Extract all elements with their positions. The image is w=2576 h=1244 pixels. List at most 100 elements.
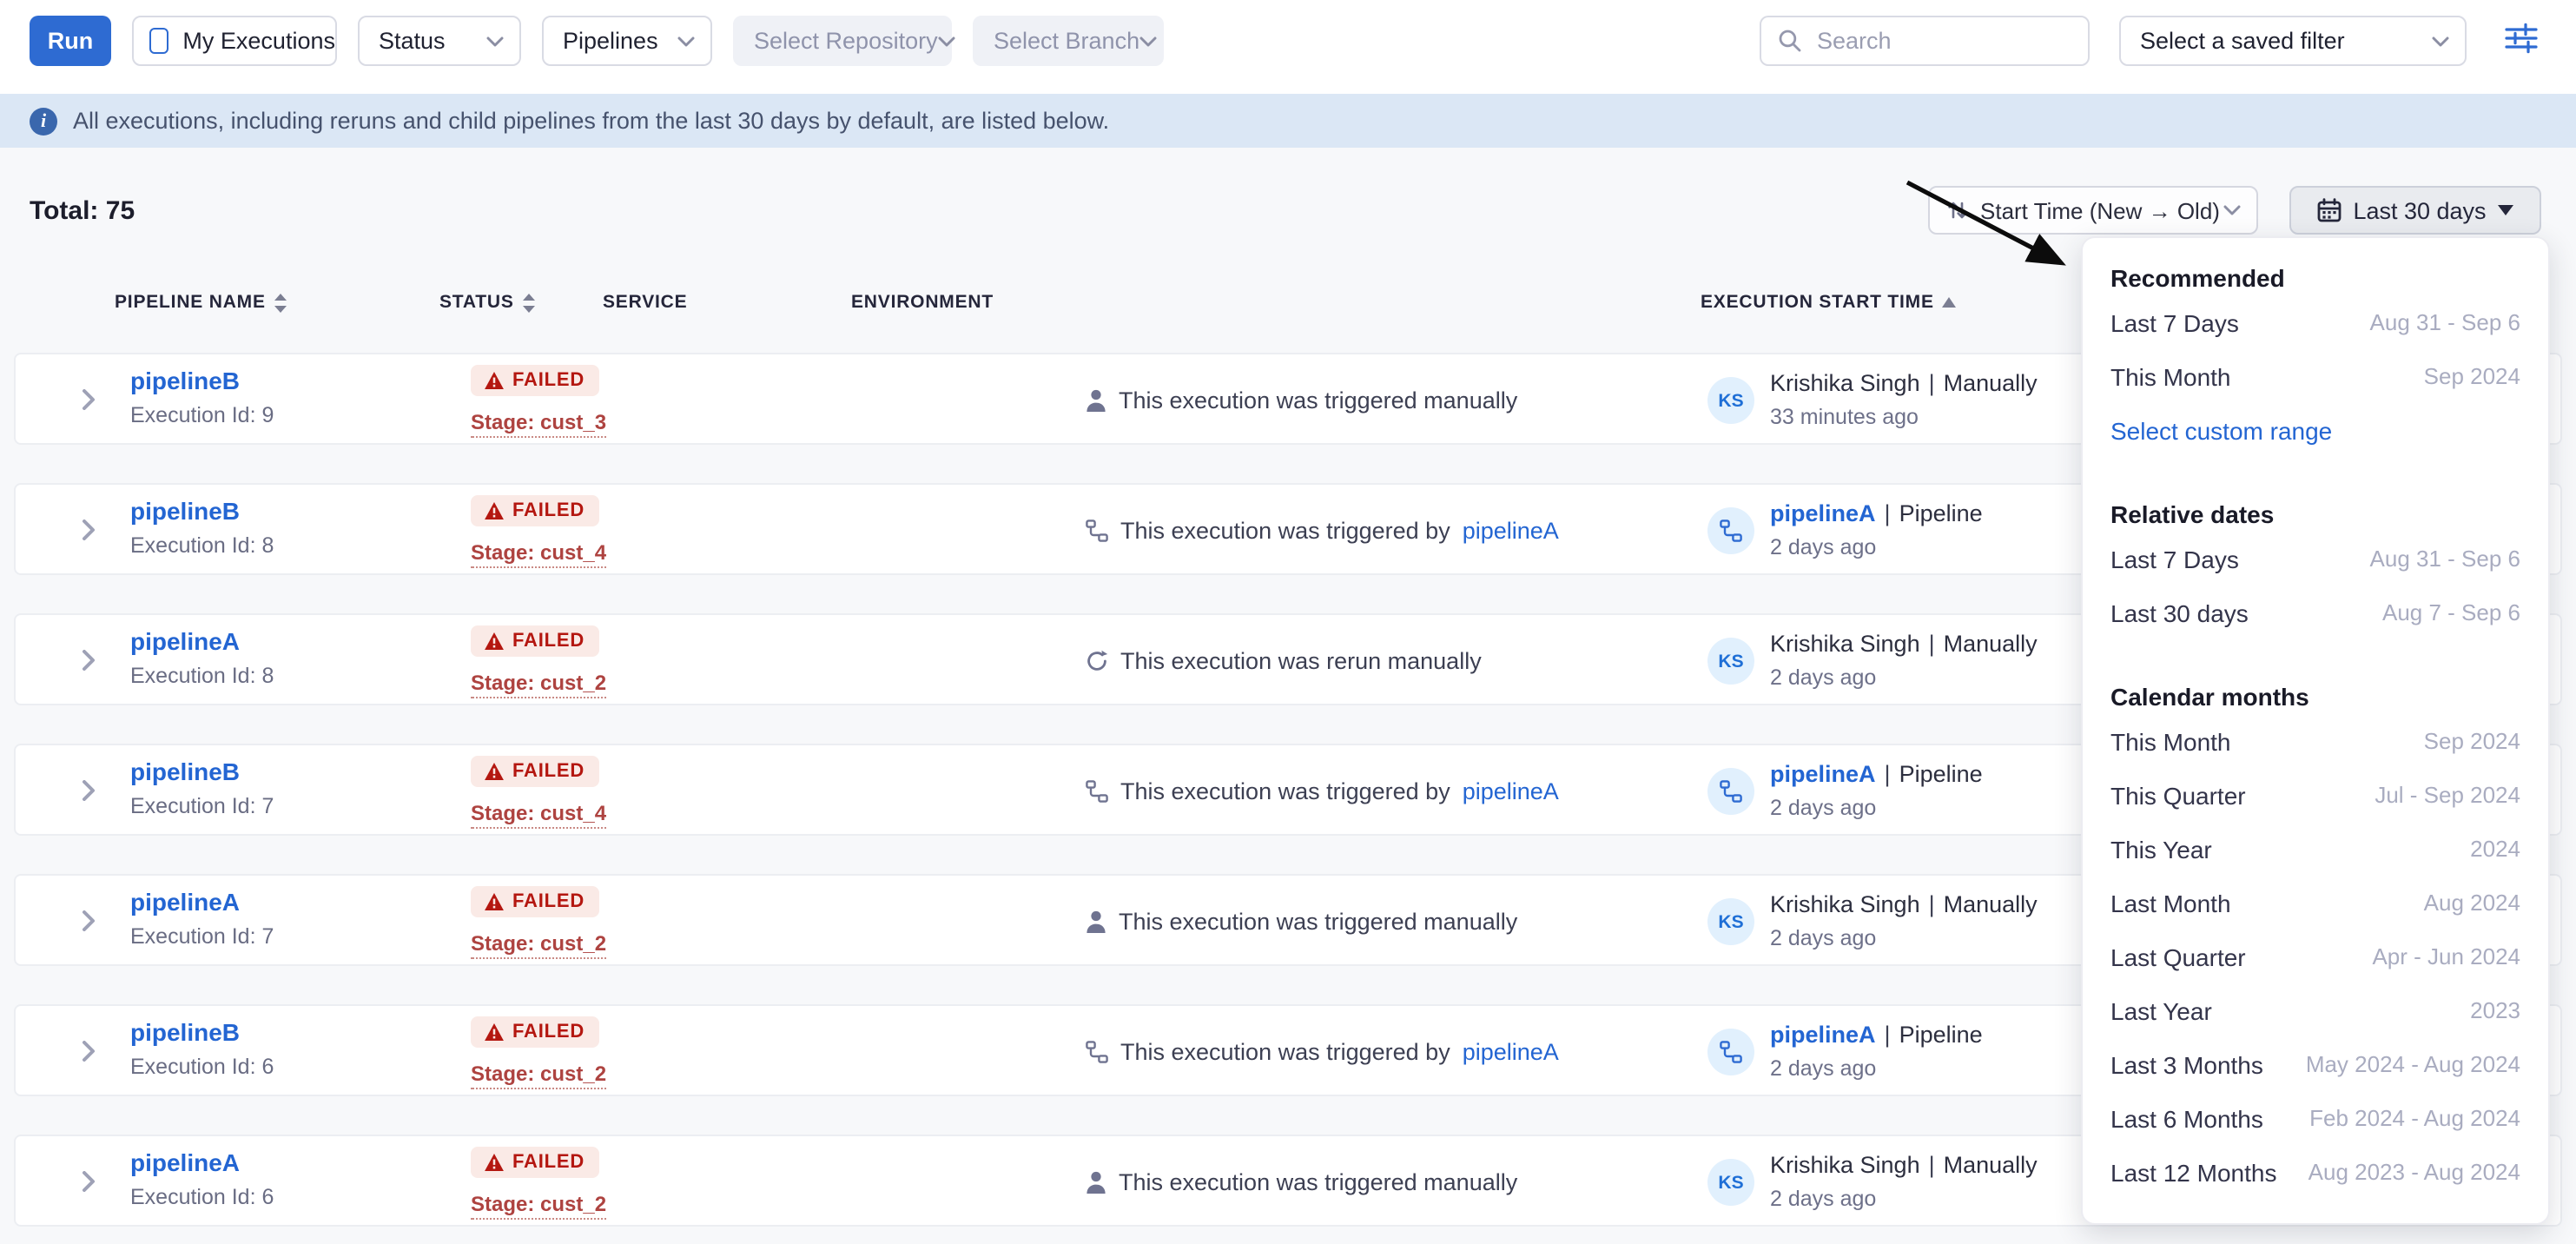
actor-mode: Manually xyxy=(1944,631,2038,657)
menu-item-label: This Quarter xyxy=(2110,781,2246,809)
trigger-pipeline-link[interactable]: pipelineA xyxy=(1463,1039,1559,1065)
user-icon xyxy=(1086,1171,1106,1194)
row-expand-chevron-icon[interactable] xyxy=(82,519,96,540)
menu-item-date-range: Apr - Jun 2024 xyxy=(2372,943,2520,969)
menu-item-last-7-days[interactable]: Last 7 DaysAug 31 - Sep 6 xyxy=(2110,295,2520,349)
menu-item-last-7-days[interactable]: Last 7 DaysAug 31 - Sep 6 xyxy=(2110,532,2520,586)
row-expand-chevron-icon[interactable] xyxy=(82,780,96,801)
menu-item-this-year[interactable]: This Year2024 xyxy=(2110,822,2520,876)
menu-item-label: This Month xyxy=(2110,727,2231,755)
actor-separator: | xyxy=(1876,500,1899,526)
row-expand-chevron-icon[interactable] xyxy=(82,1171,96,1192)
status-badge-failed: FAILED xyxy=(471,625,598,657)
warning-triangle-icon xyxy=(485,632,504,650)
pipeline-name-link[interactable]: pipelineB xyxy=(130,1018,240,1046)
menu-item-last-6-months[interactable]: Last 6 MonthsFeb 2024 - Aug 2024 xyxy=(2110,1091,2520,1145)
execution-id: Execution Id: 8 xyxy=(130,664,274,688)
menu-item-this-quarter[interactable]: This QuarterJul - Sep 2024 xyxy=(2110,768,2520,822)
pipeline-name-link[interactable]: pipelineA xyxy=(130,627,240,655)
sort-dropdown[interactable]: Start Time (New → Old) xyxy=(1928,186,2258,235)
date-range-button[interactable]: Last 30 days xyxy=(2289,186,2541,235)
execution-time: 2 days ago xyxy=(1770,665,1876,690)
sort-asc-icon[interactable] xyxy=(1943,297,1957,308)
filter-sliders-icon[interactable] xyxy=(2505,23,2538,63)
pipeline-icon xyxy=(1086,519,1108,542)
sort-both-icon[interactable] xyxy=(274,293,287,312)
trigger-text: This execution was triggered manually xyxy=(1119,1169,1517,1195)
sort-both-icon[interactable] xyxy=(523,293,535,312)
branch-filter-dropdown[interactable]: Select Branch xyxy=(973,16,1164,66)
column-header-environment: ENVIRONMENT xyxy=(851,292,994,313)
my-executions-toggle[interactable]: My Executions xyxy=(132,16,337,66)
run-button[interactable]: Run xyxy=(30,16,111,66)
menu-item-date-range: Sep 2024 xyxy=(2424,363,2520,389)
pipeline-name-link[interactable]: pipelineB xyxy=(130,758,240,785)
info-banner-text: All executions, including reruns and chi… xyxy=(73,108,1109,134)
my-executions-checkbox[interactable] xyxy=(149,28,168,54)
trigger-pipeline-link[interactable]: pipelineA xyxy=(1463,778,1559,804)
row-expand-chevron-icon[interactable] xyxy=(82,650,96,671)
avatar-initials-text: KS xyxy=(1718,911,1743,932)
row-expand-chevron-icon[interactable] xyxy=(82,1041,96,1062)
search-input[interactable] xyxy=(1813,26,2088,56)
custom-range-link: Select custom range xyxy=(2110,416,2332,444)
failed-stage-link[interactable]: Stage: cust_2 xyxy=(471,671,606,698)
failed-stage-link[interactable]: Stage: cust_2 xyxy=(471,931,606,959)
column-header-pipeline-name[interactable]: PIPELINE NAME xyxy=(115,292,287,313)
execution-time: 2 days ago xyxy=(1770,1187,1876,1211)
pipeline-name-link[interactable]: pipelineA xyxy=(130,888,240,916)
actor-mode: Pipeline xyxy=(1899,1022,1983,1048)
pipeline-name-link[interactable]: pipelineB xyxy=(130,367,240,394)
menu-item-last-year[interactable]: Last Year2023 xyxy=(2110,983,2520,1037)
failed-stage-link[interactable]: Stage: cust_2 xyxy=(471,1062,606,1089)
actor-separator: | xyxy=(1920,891,1944,917)
status-badge-failed: FAILED xyxy=(471,886,598,917)
menu-item-last-12-months[interactable]: Last 12 MonthsAug 2023 - Aug 2024 xyxy=(2110,1145,2520,1199)
menu-item-last-3-months[interactable]: Last 3 MonthsMay 2024 - Aug 2024 xyxy=(2110,1037,2520,1091)
trigger-info: This execution was triggered bypipelineA xyxy=(1086,745,1559,837)
status-label: FAILED xyxy=(512,1022,585,1042)
menu-item-this-month[interactable]: This MonthSep 2024 xyxy=(2110,349,2520,403)
saved-filter-dropdown[interactable]: Select a saved filter xyxy=(2119,16,2467,66)
actor-mode: Manually xyxy=(1944,891,2038,917)
row-expand-chevron-icon[interactable] xyxy=(82,389,96,410)
column-header-status[interactable]: STATUS xyxy=(439,292,535,313)
pipeline-name-link[interactable]: pipelineA xyxy=(130,1148,240,1176)
actor-pipeline-link[interactable]: pipelineA xyxy=(1770,500,1876,526)
menu-item-this-month[interactable]: This MonthSep 2024 xyxy=(2110,714,2520,768)
search-icon xyxy=(1779,30,1801,52)
status-filter-label: Status xyxy=(379,28,446,54)
actor-mode: Pipeline xyxy=(1899,761,1983,787)
menu-item-label: Last 30 days xyxy=(2110,599,2249,626)
menu-section-header: Calendar months xyxy=(2110,678,2520,714)
trigger-info: This execution was triggered manually xyxy=(1086,354,1517,447)
menu-item-select-custom-range[interactable]: Select custom range xyxy=(2110,403,2520,457)
repository-filter-dropdown[interactable]: Select Repository xyxy=(733,16,952,66)
menu-item-last-quarter[interactable]: Last QuarterApr - Jun 2024 xyxy=(2110,930,2520,983)
actor-pipeline-link[interactable]: pipelineA xyxy=(1770,1022,1876,1048)
execution-id: Execution Id: 8 xyxy=(130,533,274,558)
actor-name: Krishika Singh xyxy=(1770,631,1920,657)
menu-item-last-month[interactable]: Last MonthAug 2024 xyxy=(2110,876,2520,930)
menu-item-last-30-days[interactable]: Last 30 daysAug 7 - Sep 6 xyxy=(2110,586,2520,639)
pipelines-filter-dropdown[interactable]: Pipelines xyxy=(542,16,712,66)
status-label: FAILED xyxy=(512,891,585,912)
row-expand-chevron-icon[interactable] xyxy=(82,910,96,931)
failed-stage-link[interactable]: Stage: cust_4 xyxy=(471,540,606,568)
warning-triangle-icon xyxy=(485,1023,504,1041)
status-label: FAILED xyxy=(512,631,585,652)
warning-triangle-icon xyxy=(485,372,504,389)
trigger-pipeline-link[interactable]: pipelineA xyxy=(1463,518,1559,544)
failed-stage-link[interactable]: Stage: cust_3 xyxy=(471,410,606,438)
actor-pipeline-link[interactable]: pipelineA xyxy=(1770,761,1876,787)
pipeline-name-link[interactable]: pipelineB xyxy=(130,497,240,525)
sort-label: Start Time (New → Old) xyxy=(1980,197,2220,223)
failed-stage-link[interactable]: Stage: cust_2 xyxy=(471,1192,606,1220)
execution-id: Execution Id: 7 xyxy=(130,924,274,949)
avatar-pipeline-icon xyxy=(1707,1029,1754,1075)
failed-stage-link[interactable]: Stage: cust_4 xyxy=(471,801,606,829)
status-badge-failed: FAILED xyxy=(471,1147,598,1178)
trigger-info: This execution was triggered bypipelineA xyxy=(1086,1006,1559,1098)
status-filter-dropdown[interactable]: Status xyxy=(358,16,521,66)
column-header-execution-start-time[interactable]: EXECUTION START TIME xyxy=(1701,292,1957,313)
